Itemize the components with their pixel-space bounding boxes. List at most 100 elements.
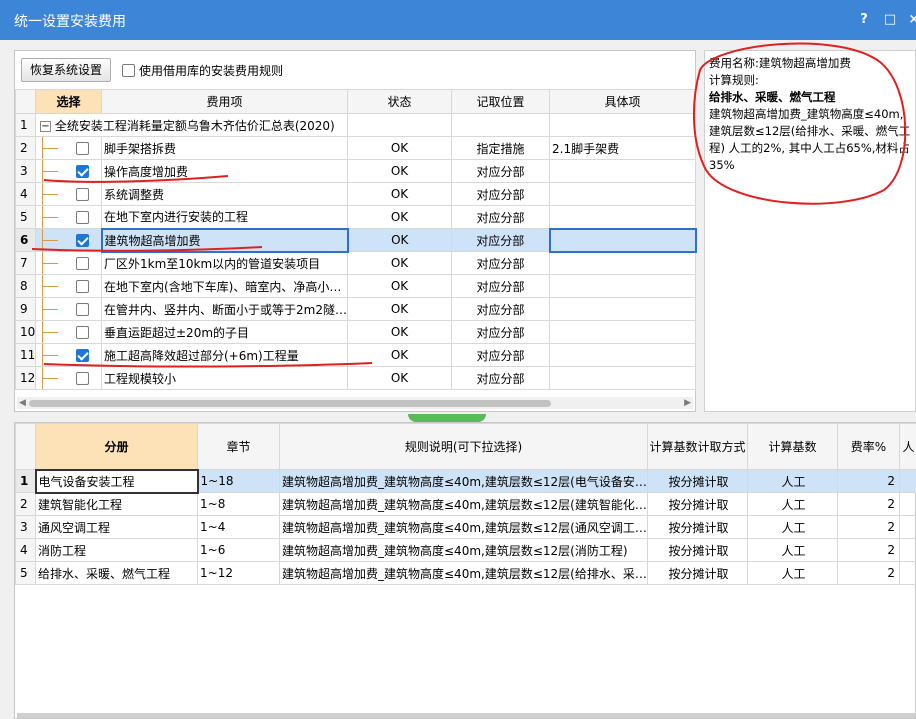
rule-cell[interactable]: 建筑物超高增加费_建筑物高度≤40m,建筑层数≤12层(通风空调工… (279, 515, 648, 539)
rate-cell[interactable]: 2 (837, 538, 900, 562)
select-cell[interactable] (35, 228, 102, 252)
header-method[interactable]: 计算基数计取方式 (647, 423, 748, 470)
select-cell[interactable] (35, 343, 102, 367)
volume-cell[interactable]: 通风空调工程 (35, 515, 198, 539)
use-library-rules-option[interactable]: 使用借用库的安装费用规则 (122, 62, 283, 79)
close-button[interactable]: × (906, 12, 916, 28)
select-checkbox[interactable] (76, 165, 89, 178)
collapse-icon[interactable]: − (40, 120, 51, 132)
select-cell[interactable] (35, 136, 102, 160)
detail-cell[interactable] (549, 343, 696, 367)
fee-item-name[interactable]: 建筑物超高增加费 (100, 227, 349, 253)
select-checkbox[interactable] (76, 303, 89, 316)
detail-cell[interactable] (548, 227, 697, 253)
fee-item-row[interactable]: 1− 全统安装工程消耗量定额乌鲁木齐估价汇总表(2020) (15, 113, 696, 137)
detail-cell[interactable] (549, 251, 696, 275)
fee-item-name[interactable]: 厂区外1km至10km以内的管道安装项目 (101, 251, 348, 275)
position-cell[interactable]: 对应分部 (451, 274, 550, 298)
labor-cell[interactable] (899, 492, 916, 516)
method-cell[interactable]: 按分摊计取 (647, 538, 748, 562)
base-cell[interactable]: 人工 (747, 492, 838, 516)
fee-item-row[interactable]: 10 垂直运距超过±20m的子目 OK 对应分部 (15, 320, 696, 344)
base-cell[interactable]: 人工 (747, 515, 838, 539)
rate-cell[interactable]: 2 (837, 515, 900, 539)
detail-cell[interactable] (549, 366, 696, 390)
position-cell[interactable]: 对应分部 (451, 182, 550, 206)
select-cell[interactable] (35, 366, 102, 390)
volume-cell[interactable]: 建筑智能化工程 (35, 492, 198, 516)
fee-item-row[interactable]: 12 工程规模较小 OK 对应分部 (15, 366, 696, 390)
fee-item-row[interactable]: 9 在管井内、竖井内、断面小于或等于2m2隧… OK 对应分部 (15, 297, 696, 321)
scroll-right-icon[interactable]: ▶ (684, 397, 691, 409)
fee-item-row[interactable]: 4 系统调整费 OK 对应分部 (15, 182, 696, 206)
maximize-button[interactable]: □ (882, 12, 898, 28)
select-cell[interactable] (35, 320, 102, 344)
fee-item-row[interactable]: 3 操作高度增加费 OK 对应分部 (15, 159, 696, 183)
fee-item-row[interactable]: 5 在地下室内进行安装的工程 OK 对应分部 (15, 205, 696, 229)
select-cell[interactable] (35, 182, 102, 206)
detail-cell[interactable] (549, 159, 696, 183)
fee-item-row[interactable]: 7 厂区外1km至10km以内的管道安装项目 OK 对应分部 (15, 251, 696, 275)
select-cell[interactable] (35, 159, 102, 183)
chapter-cell[interactable]: 1~8 (197, 492, 280, 516)
method-cell[interactable]: 按分摊计取 (647, 492, 748, 516)
base-cell[interactable]: 人工 (747, 538, 838, 562)
scroll-thumb[interactable] (29, 400, 551, 407)
volume-rule-row[interactable]: 2 建筑智能化工程 1~8 建筑物超高增加费_建筑物高度≤40m,建筑层数≤12层(建… (15, 492, 916, 516)
select-checkbox[interactable] (76, 349, 89, 362)
volume-rule-row[interactable]: 3 通风空调工程 1~4 建筑物超高增加费_建筑物高度≤40m,建筑层数≤12层(通风… (15, 515, 916, 539)
volume-rule-row[interactable]: 1 电气设备安装工程 1~18 建筑物超高增加费_建筑物高度≤40m,建筑层数≤12层… (15, 468, 916, 494)
base-cell[interactable]: 人工 (747, 561, 838, 585)
chapter-cell[interactable]: 1~12 (197, 561, 280, 585)
fee-item-name[interactable]: 垂直运距超过±20m的子目 (101, 320, 348, 344)
rule-cell[interactable]: 建筑物超高增加费_建筑物高度≤40m,建筑层数≤12层(建筑智能化… (279, 492, 648, 516)
rate-cell[interactable]: 2 (837, 492, 900, 516)
select-checkbox[interactable] (76, 188, 89, 201)
position-cell[interactable]: 对应分部 (451, 205, 550, 229)
header-volume[interactable]: 分册 (35, 423, 198, 470)
detail-cell[interactable] (549, 274, 696, 298)
detail-cell[interactable] (549, 113, 696, 137)
position-cell[interactable]: 对应分部 (451, 343, 550, 367)
fee-item-name[interactable]: 系统调整费 (101, 182, 348, 206)
group-cell[interactable]: − 全统安装工程消耗量定额乌鲁木齐估价汇总表(2020) (35, 113, 348, 137)
select-checkbox[interactable] (76, 372, 89, 385)
scroll-left-icon[interactable]: ◀ (19, 397, 26, 409)
fee-item-row[interactable]: 8 在地下室内(含地下车库)、暗室内、净高小… OK 对应分部 (15, 274, 696, 298)
header-status[interactable]: 状态 (347, 89, 452, 114)
header-rate[interactable]: 费率% (837, 423, 900, 470)
chapter-cell[interactable]: 1~4 (197, 515, 280, 539)
header-labor[interactable]: 人 (899, 423, 916, 470)
bottom-scrollbar[interactable] (17, 713, 915, 718)
select-checkbox[interactable] (76, 234, 89, 247)
select-checkbox[interactable] (76, 142, 89, 155)
select-checkbox[interactable] (76, 280, 89, 293)
method-cell[interactable]: 按分摊计取 (647, 469, 748, 493)
volume-cell[interactable]: 电气设备安装工程 (34, 468, 199, 494)
rate-cell[interactable]: 2 (837, 469, 900, 493)
fee-item-row[interactable]: 11 施工超高降效超过部分(+6m)工程量 OK 对应分部 (15, 343, 696, 367)
help-button[interactable]: ? (856, 12, 872, 28)
select-checkbox[interactable] (76, 257, 89, 270)
volume-rule-row[interactable]: 4 消防工程 1~6 建筑物超高增加费_建筑物高度≤40m,建筑层数≤12层(消防工程… (15, 538, 916, 562)
header-detail[interactable]: 具体项 (549, 89, 696, 114)
volume-cell[interactable]: 消防工程 (35, 538, 198, 562)
fee-item-row[interactable]: 6 建筑物超高增加费 OK 对应分部 (15, 227, 697, 253)
select-cell[interactable] (35, 205, 102, 229)
fee-item-name[interactable]: 在管井内、竖井内、断面小于或等于2m2隧… (101, 297, 348, 321)
select-checkbox[interactable] (76, 211, 89, 224)
chapter-cell[interactable]: 1~6 (197, 538, 280, 562)
method-cell[interactable]: 按分摊计取 (647, 515, 748, 539)
header-chapter[interactable]: 章节 (197, 423, 280, 470)
method-cell[interactable]: 按分摊计取 (647, 561, 748, 585)
detail-cell[interactable] (549, 205, 696, 229)
volume-cell[interactable]: 给排水、采暖、燃气工程 (35, 561, 198, 585)
horizontal-scrollbar[interactable]: ◀ ▶ (17, 397, 693, 409)
fee-item-name[interactable]: 在地下室内进行安装的工程 (101, 205, 348, 229)
select-cell[interactable] (35, 251, 102, 275)
chapter-cell[interactable]: 1~18 (197, 469, 280, 493)
header-rule[interactable]: 规则说明(可下拉选择) (279, 423, 648, 470)
detail-cell[interactable] (549, 320, 696, 344)
header-fee-item[interactable]: 费用项 (101, 89, 348, 114)
labor-cell[interactable] (899, 469, 916, 493)
